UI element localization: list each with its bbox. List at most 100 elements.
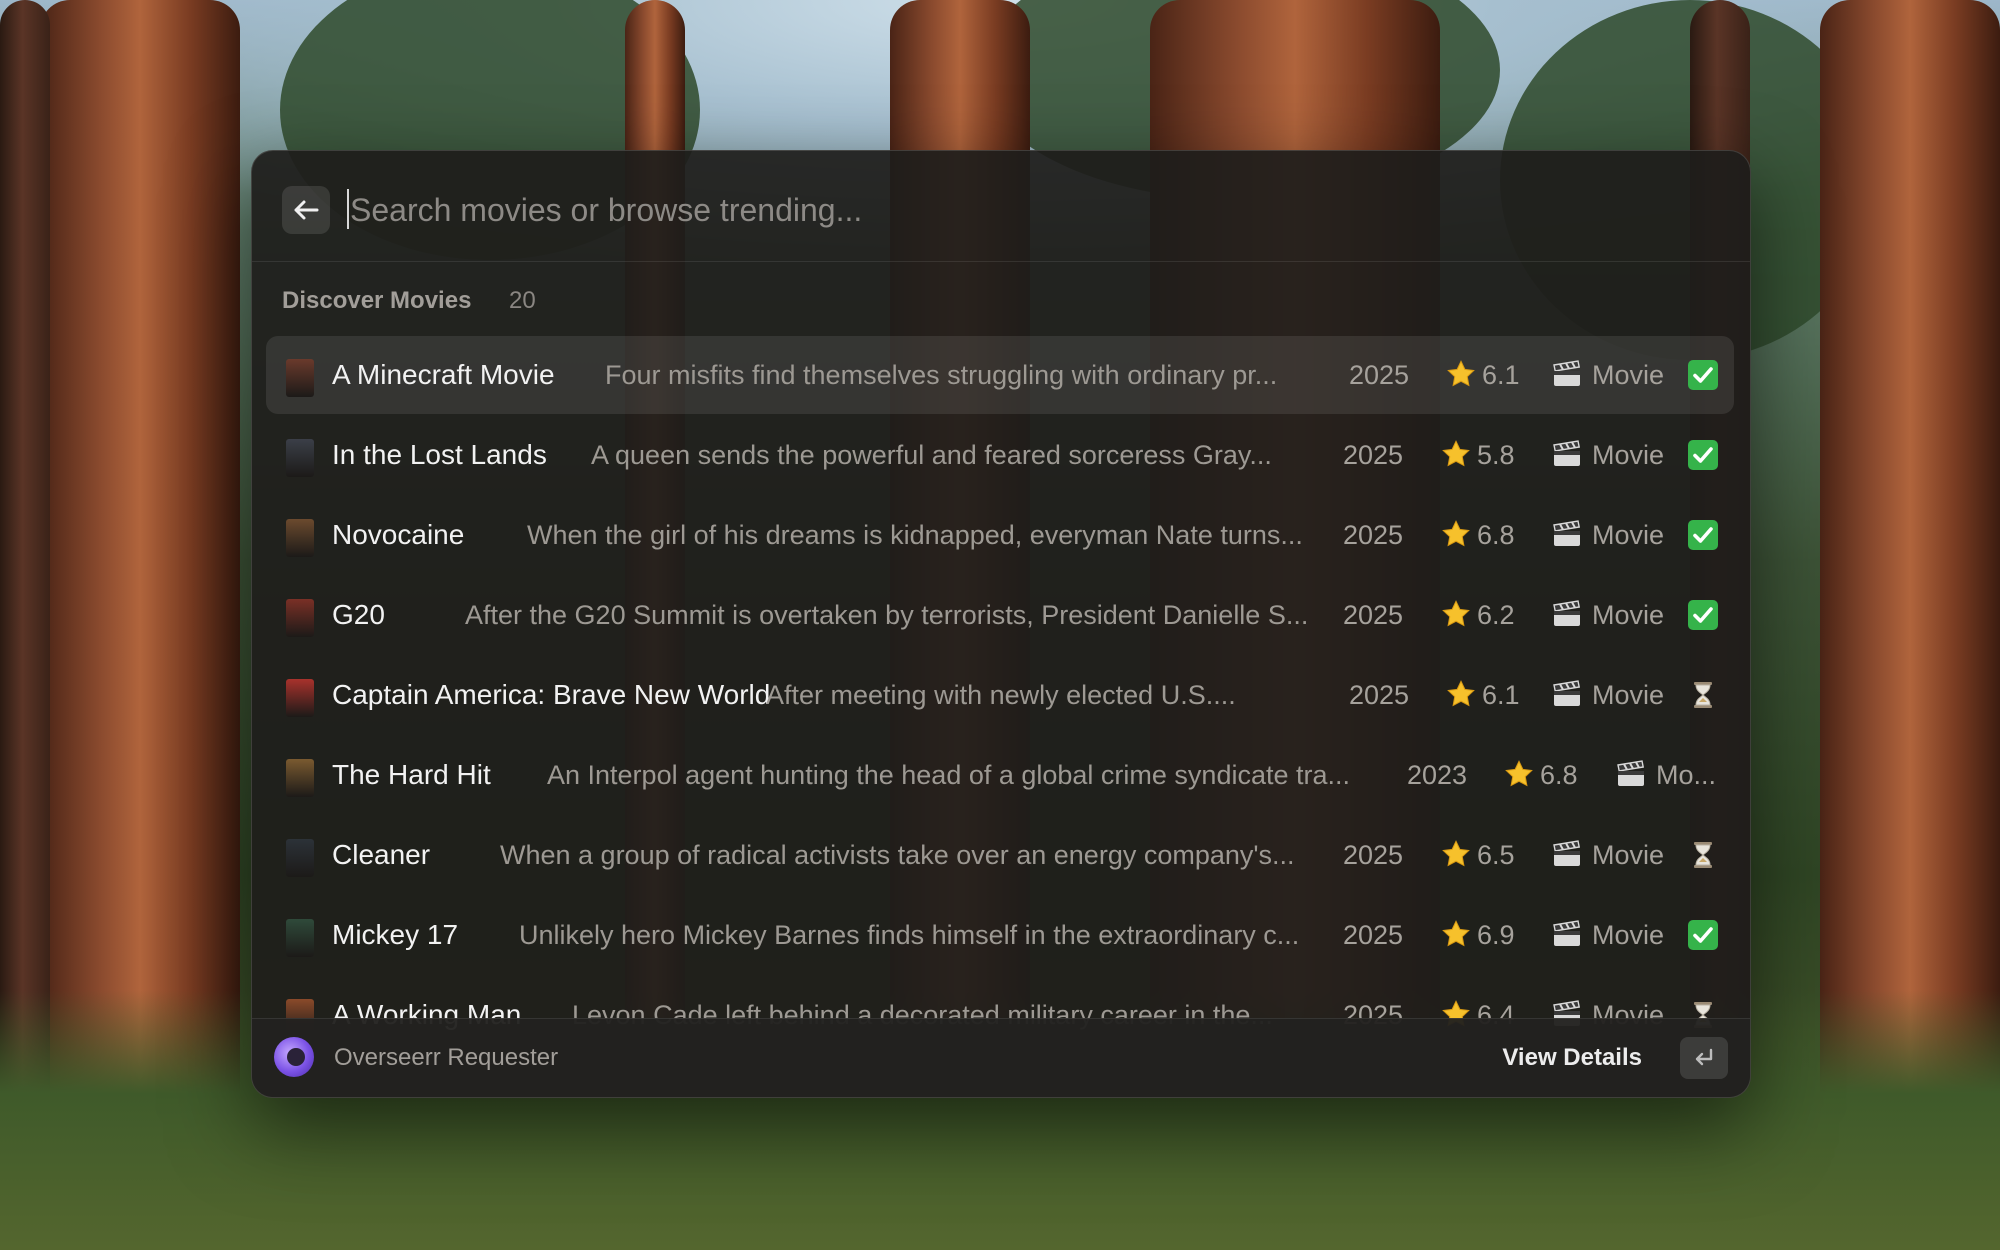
movie-year: 2025 [1343,520,1404,550]
list-item[interactable]: G20 After the G20 Summit is overtaken by … [266,576,1734,654]
search-input[interactable] [348,181,1652,239]
clapperboard-icon [1553,440,1581,466]
overseerr-app-icon [274,1037,314,1077]
rating-value: 6.8 [1477,520,1515,550]
star-icon [1442,920,1470,947]
media-type: Movie [1552,416,1664,494]
list-item[interactable]: In the Lost Lands A queen sends the power… [266,416,1734,494]
view-details-button[interactable]: View Details [1502,1019,1642,1097]
rating-value: 6.9 [1477,920,1515,950]
movie-year: 2025 [1349,680,1410,710]
clapperboard-icon [1553,920,1581,946]
movie-title: In the Lost Lands [332,439,547,470]
star-icon [1442,600,1470,627]
movie-description: When a group of radical activists take o… [500,840,1295,870]
media-type: Movie [1552,896,1664,974]
movie-poster-thumbnail [286,439,314,477]
clapperboard-icon [1553,680,1581,706]
list-item[interactable]: Novocaine When the girl of his dreams is … [266,496,1734,574]
media-type-label: Movie [1592,440,1665,470]
back-button[interactable] [282,186,330,234]
movie-year: 2025 [1343,920,1404,950]
movie-rating: 6.8 [1441,496,1515,574]
return-key-icon[interactable] [1680,1037,1728,1079]
media-type: Mo... [1616,736,1716,814]
clapperboard-icon [1553,520,1581,546]
movie-title: G20 [332,599,385,630]
movie-rating: 6.8 [1504,736,1578,814]
available-check-icon [1688,360,1718,390]
available-check-icon [1688,600,1718,630]
movie-poster-thumbnail [286,919,314,957]
media-type: Movie [1552,336,1664,414]
list-item[interactable]: Captain America: Brave New World After me… [266,656,1734,734]
movie-rating: 6.1 [1446,656,1520,734]
movie-year: 2025 [1349,360,1410,390]
movie-poster-thumbnail [286,359,314,397]
list-item[interactable]: Cleaner When a group of radical activists… [266,816,1734,894]
movie-poster-thumbnail [286,679,314,717]
results-viewport: A Minecraft Movie Four misfits find thems… [252,334,1750,1097]
clapperboard-icon [1553,840,1581,866]
movie-title: Novocaine [332,519,465,550]
star-icon [1447,360,1475,387]
movie-rating: 6.5 [1441,816,1515,894]
list-item[interactable]: Mickey 17 Unlikely hero Mickey Barnes fin… [266,896,1734,974]
movie-poster-thumbnail [286,599,314,637]
movie-poster-thumbnail [286,839,314,877]
rating-value: 6.1 [1482,360,1520,390]
movie-rating: 6.9 [1441,896,1515,974]
movie-title: Captain America: Brave New World [332,679,771,710]
media-type-label: Movie [1592,600,1665,630]
movie-description: Four misfits find themselves struggling … [605,360,1278,390]
pending-hourglass-icon [1688,680,1718,710]
star-icon [1442,520,1470,547]
movie-description: After meeting with newly elected U.S.... [766,680,1236,710]
action-bar: Overseerr Requester View Details [252,1018,1750,1097]
media-type-label: Movie [1592,520,1665,550]
movie-year: 2025 [1343,600,1404,630]
available-check-icon [1688,520,1718,550]
movie-description: An Interpol agent hunting the head of a … [547,760,1351,790]
arrow-left-icon [294,200,319,220]
results-list[interactable]: A Minecraft Movie Four misfits find thems… [252,334,1750,1097]
rating-value: 6.8 [1540,760,1578,790]
rating-value: 6.5 [1477,840,1515,870]
movie-description: A queen sends the powerful and feared so… [591,440,1272,470]
movie-title: Mickey 17 [332,919,459,950]
movie-description: Unlikely hero Mickey Barnes finds himsel… [519,920,1300,950]
media-type-label: Mo... [1656,760,1717,790]
movie-rating: 6.1 [1446,336,1520,414]
movie-title: The Hard Hit [332,759,491,790]
return-arrow-icon [1695,1048,1713,1066]
star-icon [1505,760,1533,787]
movie-rating: 6.2 [1441,576,1515,654]
movie-description: When the girl of his dreams is kidnapped… [527,520,1303,550]
pending-hourglass-icon [1688,840,1718,870]
media-type: Movie [1552,496,1664,574]
media-type: Movie [1552,576,1664,654]
media-type-label: Movie [1592,920,1665,950]
movie-year: 2023 [1407,760,1468,790]
movie-year: 2025 [1343,840,1404,870]
movie-title: A Minecraft Movie [332,359,555,390]
media-type: Movie [1552,816,1664,894]
search-bar [252,151,1750,262]
movie-year: 2025 [1343,440,1404,470]
rating-value: 6.1 [1482,680,1520,710]
section-title: Discover Movies [282,287,472,314]
clapperboard-icon [1553,600,1581,626]
clapperboard-icon [1553,360,1581,386]
app-name: Overseerr Requester [334,1044,559,1071]
star-icon [1447,680,1475,707]
available-check-icon [1688,440,1718,470]
movie-poster-thumbnail [286,519,314,557]
list-item[interactable]: A Minecraft Movie Four misfits find thems… [266,336,1734,414]
media-type-label: Movie [1592,360,1665,390]
clapperboard-icon [1617,760,1645,786]
launcher-window: Discover Movies 20 A Minecraft Movie Four… [251,150,1751,1098]
media-type-label: Movie [1592,840,1665,870]
media-type-label: Movie [1592,680,1665,710]
list-item[interactable]: The Hard Hit An Interpol agent hunting th… [266,736,1734,814]
movie-description: After the G20 Summit is overtaken by ter… [465,600,1309,630]
